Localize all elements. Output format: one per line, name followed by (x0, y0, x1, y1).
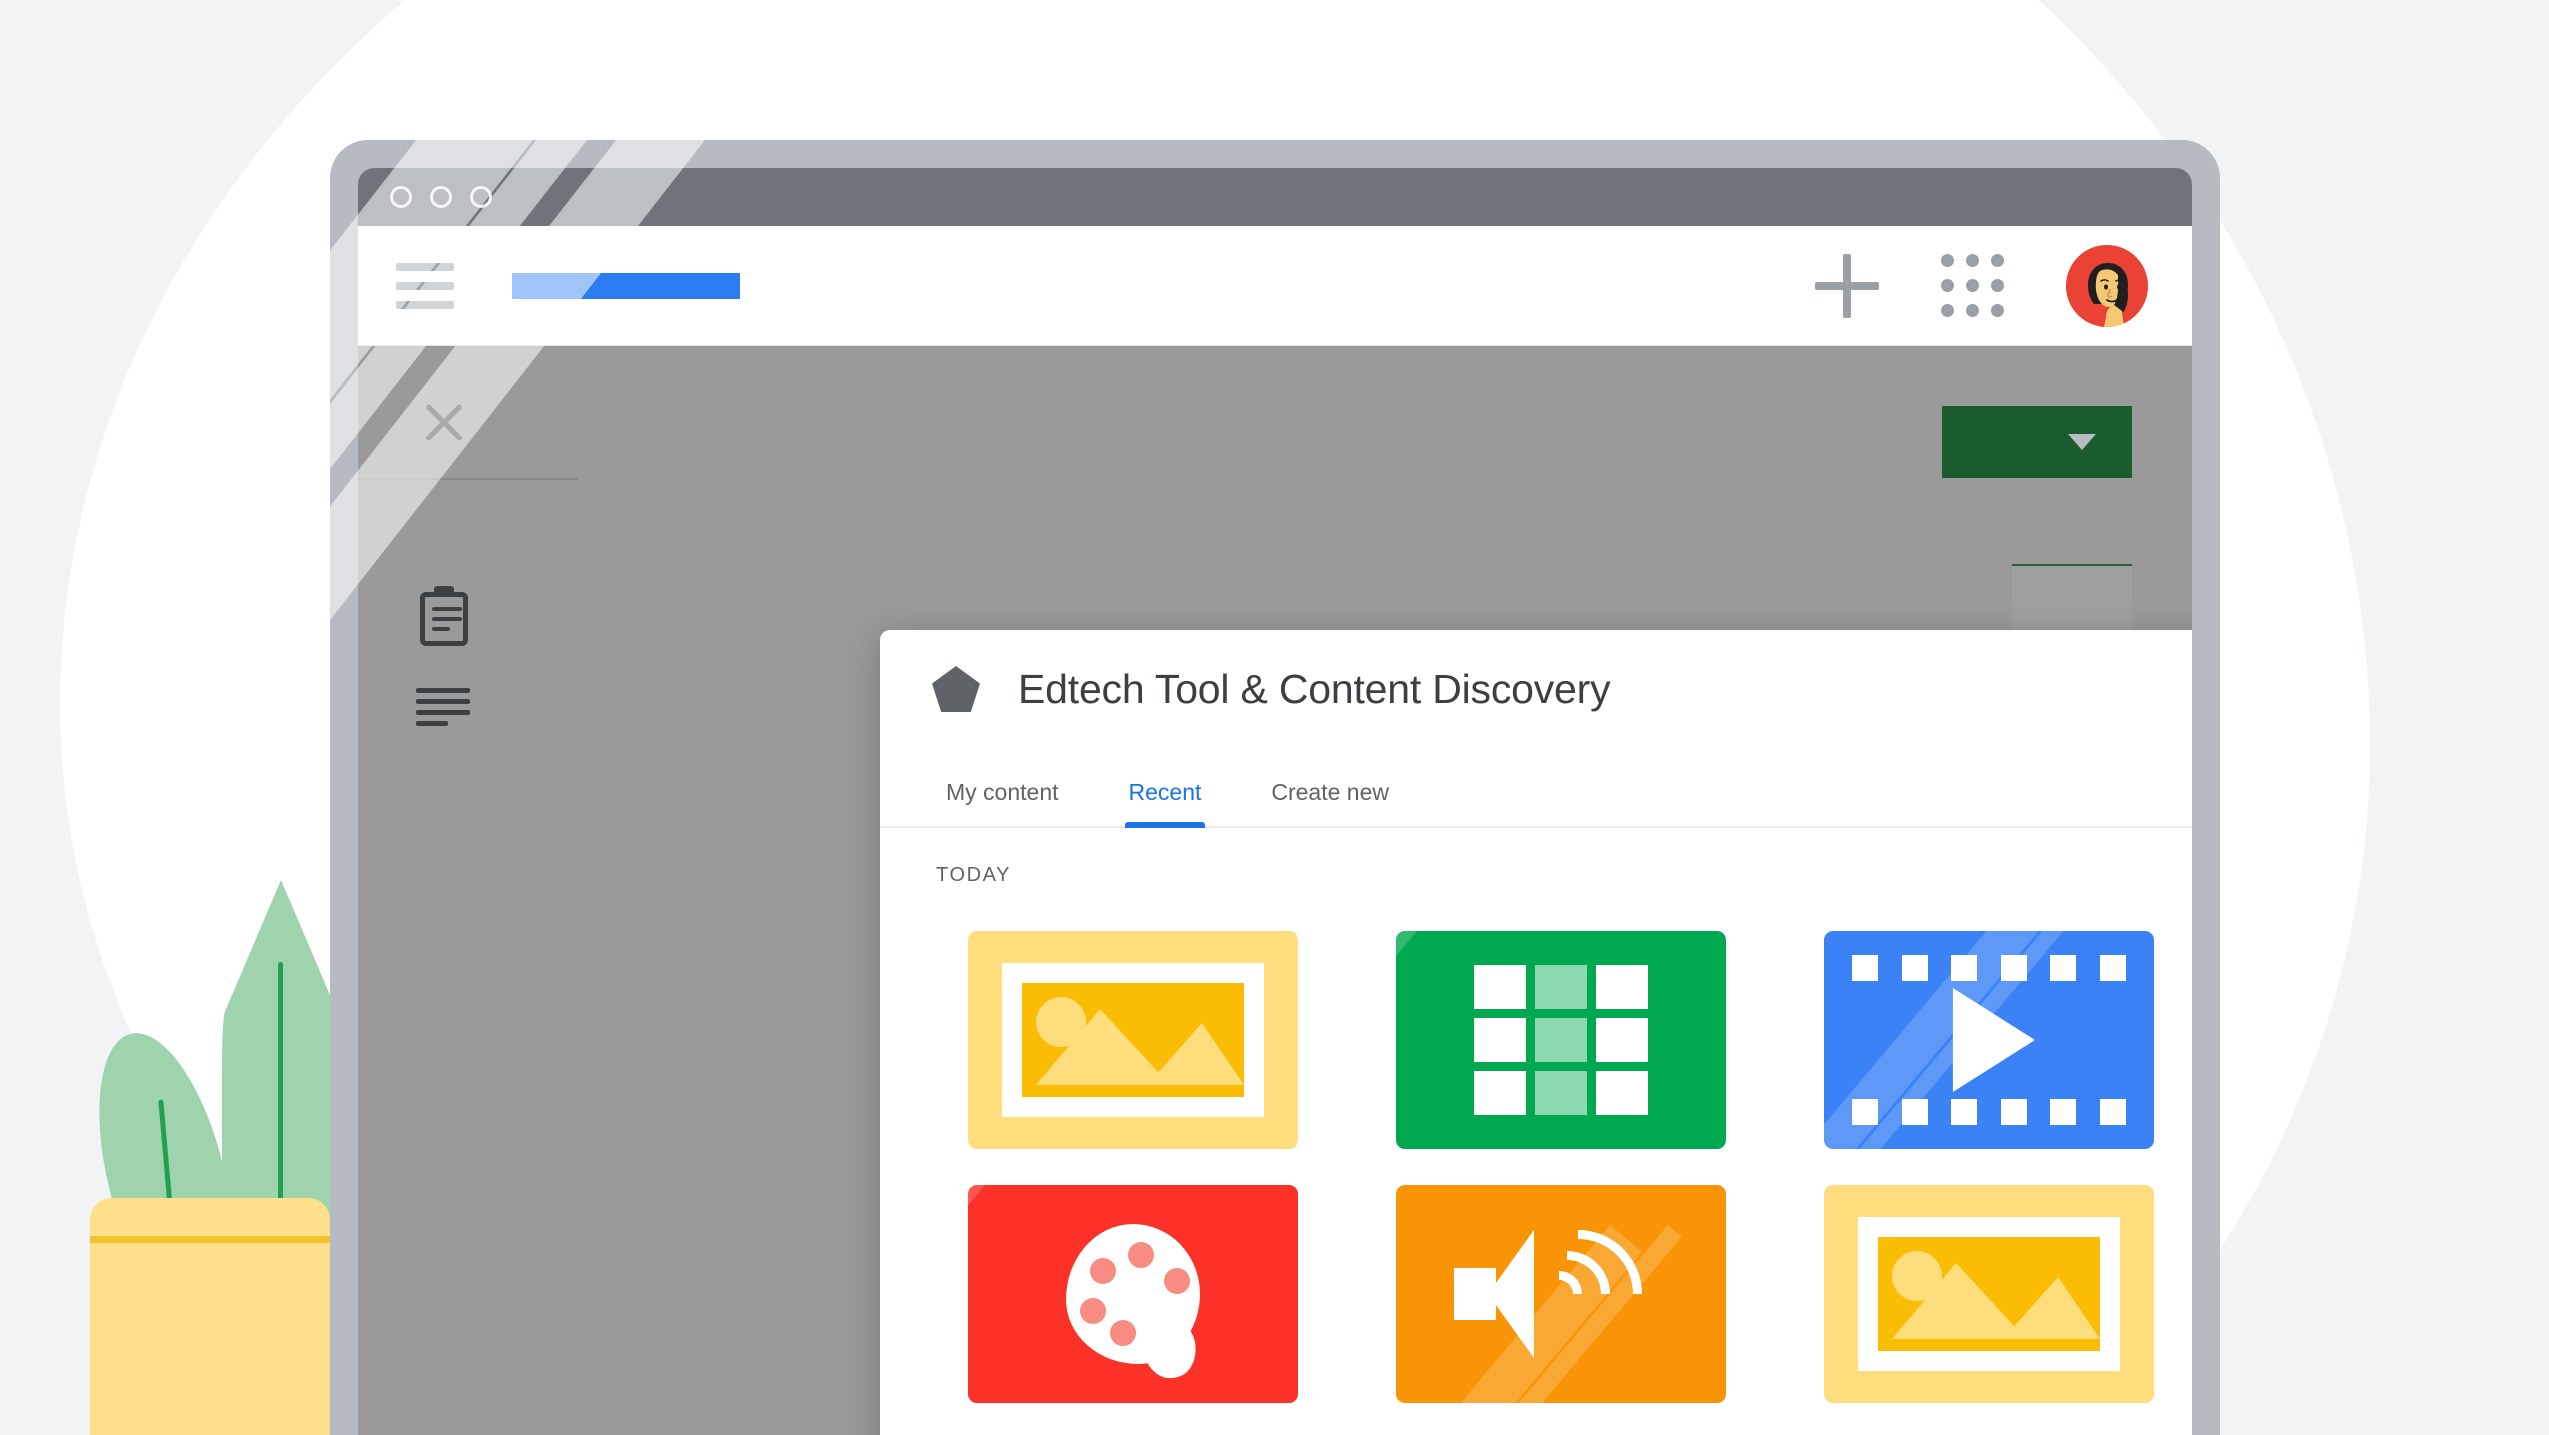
image-tile-2[interactable] (1824, 1185, 2154, 1403)
apps-grid-icon[interactable] (1941, 254, 2004, 317)
app-toolbar (358, 226, 2192, 346)
film-sprockets-top (1852, 955, 2126, 981)
avatar[interactable] (2066, 244, 2148, 327)
window-control-minimize[interactable] (390, 186, 412, 208)
video-tile[interactable] (1824, 931, 2154, 1149)
palette-icon (1066, 1224, 1202, 1383)
close-icon[interactable] (420, 398, 468, 446)
device-screen: Edtech Tool & Content Discovery My conte… (358, 168, 2192, 1435)
hamburger-menu-icon[interactable] (396, 262, 454, 309)
dialog-tabs: My content Recent Create new (880, 748, 2192, 828)
tab-recent[interactable]: Recent (1115, 779, 1216, 828)
edtech-discovery-dialog: Edtech Tool & Content Discovery My conte… (880, 630, 2192, 1435)
app-sidebar (358, 346, 578, 1435)
plant-pot (90, 1198, 330, 1435)
illustration-canvas: Edtech Tool & Content Discovery My conte… (0, 0, 2549, 1435)
image-frame (1858, 1217, 2120, 1371)
play-icon (1952, 988, 2035, 1092)
film-sprockets-bottom (1852, 1099, 2126, 1125)
leaf-vein (278, 962, 283, 1202)
art-tile[interactable] (968, 1185, 1298, 1403)
tab-my-content[interactable]: My content (932, 779, 1073, 826)
pentagon-logo-icon (932, 666, 980, 712)
window-control-close[interactable] (470, 186, 492, 208)
window-control-maximize[interactable] (430, 186, 452, 208)
plant-pot-rim (90, 1236, 330, 1243)
image-tile[interactable] (968, 931, 1298, 1149)
browser-titlebar (358, 168, 2192, 226)
tab-create-new[interactable]: Create new (1257, 779, 1403, 826)
decorative-plant (74, 880, 426, 1435)
app-logo (512, 272, 740, 299)
assignment-clipboard-icon[interactable] (420, 586, 468, 646)
image-thumbnail (1878, 1237, 2100, 1351)
content-tile-grid (880, 887, 2192, 1403)
spreadsheet-cells (1474, 965, 1648, 1115)
primary-action-button[interactable] (1942, 406, 2132, 478)
chevron-down-icon (2068, 434, 2096, 450)
text-lines-icon[interactable] (416, 688, 470, 726)
section-label-today: TODAY (936, 864, 1012, 886)
audio-tile[interactable] (1396, 1185, 1726, 1403)
plant-leaf (222, 880, 340, 1210)
dialog-header: Edtech Tool & Content Discovery (880, 630, 2192, 748)
spreadsheet-tile[interactable] (1396, 931, 1726, 1149)
dialog-title: Edtech Tool & Content Discovery (1018, 665, 1611, 712)
image-frame (1002, 963, 1264, 1117)
image-thumbnail (1022, 983, 1244, 1097)
divider (358, 478, 578, 480)
plus-icon[interactable] (1815, 253, 1879, 318)
device-frame: Edtech Tool & Content Discovery My conte… (330, 140, 2220, 1435)
